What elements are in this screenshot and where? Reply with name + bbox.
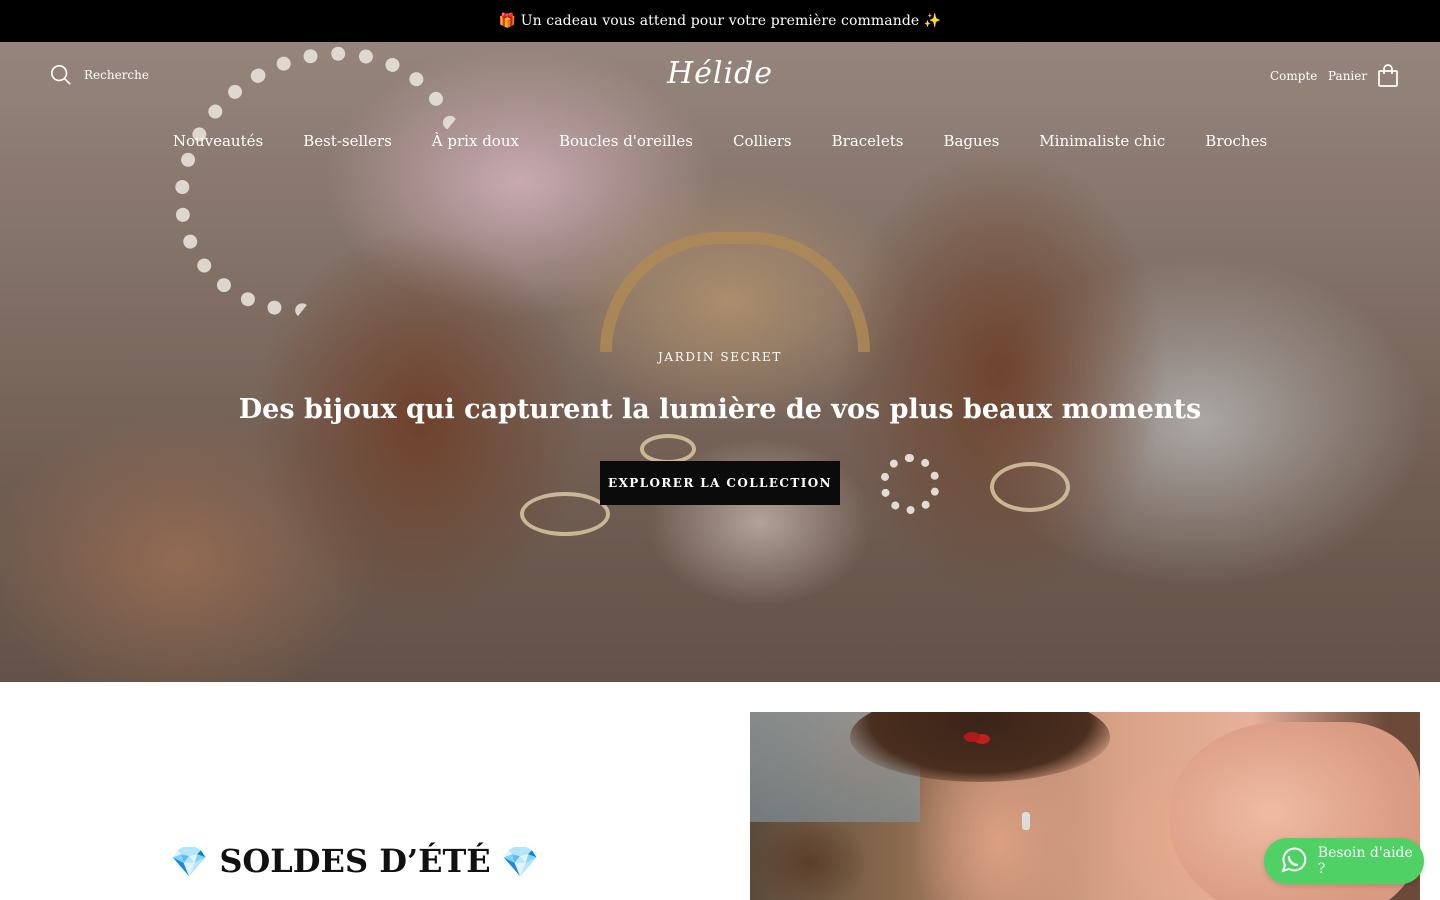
hero-headline: Des bijoux qui capturent la lumière de v… (238, 394, 1202, 425)
hero-content: JARDIN SECRET Des bijoux qui capturent l… (0, 42, 1440, 682)
announcement-text: 🎁 Un cadeau vous attend pour votre premi… (498, 13, 942, 29)
gem-icon: 💎 (170, 845, 209, 880)
hero-eyebrow: JARDIN SECRET (658, 350, 782, 364)
red-ear-cuff-shape (964, 732, 980, 742)
promo-title: 💎 SOLDES D’ÉTÉ 💎 (0, 842, 710, 880)
promo-title-text: SOLDES D’ÉTÉ (219, 842, 491, 880)
help-whatsapp-button[interactable]: Besoin d'aide ? (1264, 838, 1424, 884)
announcement-bar: 🎁 Un cadeau vous attend pour votre premi… (0, 0, 1440, 42)
help-label: Besoin d'aide ? (1317, 845, 1413, 877)
silver-earring-shape (1022, 812, 1030, 830)
gem-icon: 💎 (501, 845, 540, 880)
explore-collection-button[interactable]: EXPLORER LA COLLECTION (600, 461, 840, 505)
whatsapp-icon (1281, 847, 1307, 873)
